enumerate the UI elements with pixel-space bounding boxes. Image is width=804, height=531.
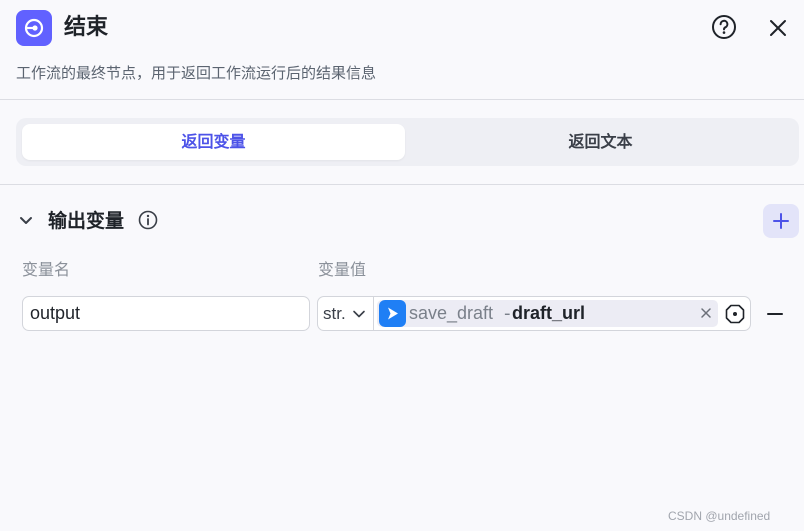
type-select-value: str. [323,304,346,323]
question-circle-icon [712,15,736,39]
watermark: CSDN @undefined [668,509,771,523]
close-button[interactable] [766,16,790,40]
reference-separator: - [504,303,511,324]
variable-selector-icon[interactable] [724,303,746,325]
chevron-down-icon [353,310,365,318]
plus-icon [773,213,789,229]
info-circle-icon[interactable] [138,210,158,230]
panel-description: 工作流的最终节点，用于返回工作流运行后的结果信息 [16,64,377,82]
divider [0,99,804,100]
variable-value-field: str. save_draft - draft_url [317,296,751,331]
variable-reference-chip[interactable]: save_draft - draft_url [377,300,718,327]
return-mode-tabs: 返回变量 返回文本 [16,118,799,166]
variable-name-input[interactable]: output [22,296,310,331]
column-label-value: 变量值 [318,260,367,279]
play-node-icon [379,300,406,327]
column-label-name: 变量名 [22,260,71,279]
clear-reference-icon[interactable] [699,306,713,320]
type-select[interactable]: str. [318,297,374,330]
close-icon [770,20,786,36]
minus-icon [767,313,783,315]
help-button[interactable] [711,14,737,40]
reference-node-name: save_draft [409,303,494,323]
chevron-down-icon[interactable] [18,213,34,229]
end-node-icon [16,10,52,46]
add-variable-button[interactable] [763,204,799,238]
tab-return-text[interactable]: 返回文本 [408,124,793,160]
panel-header: 结束 [0,0,804,56]
divider [0,184,804,185]
panel-title: 结束 [64,15,109,40]
output-variables-header: 输出变量 [16,204,799,238]
remove-variable-button[interactable] [765,304,785,324]
tab-return-variables[interactable]: 返回变量 [22,124,405,160]
section-title: 输出变量 [48,210,125,232]
reference-variable-name: draft_url [512,303,586,323]
